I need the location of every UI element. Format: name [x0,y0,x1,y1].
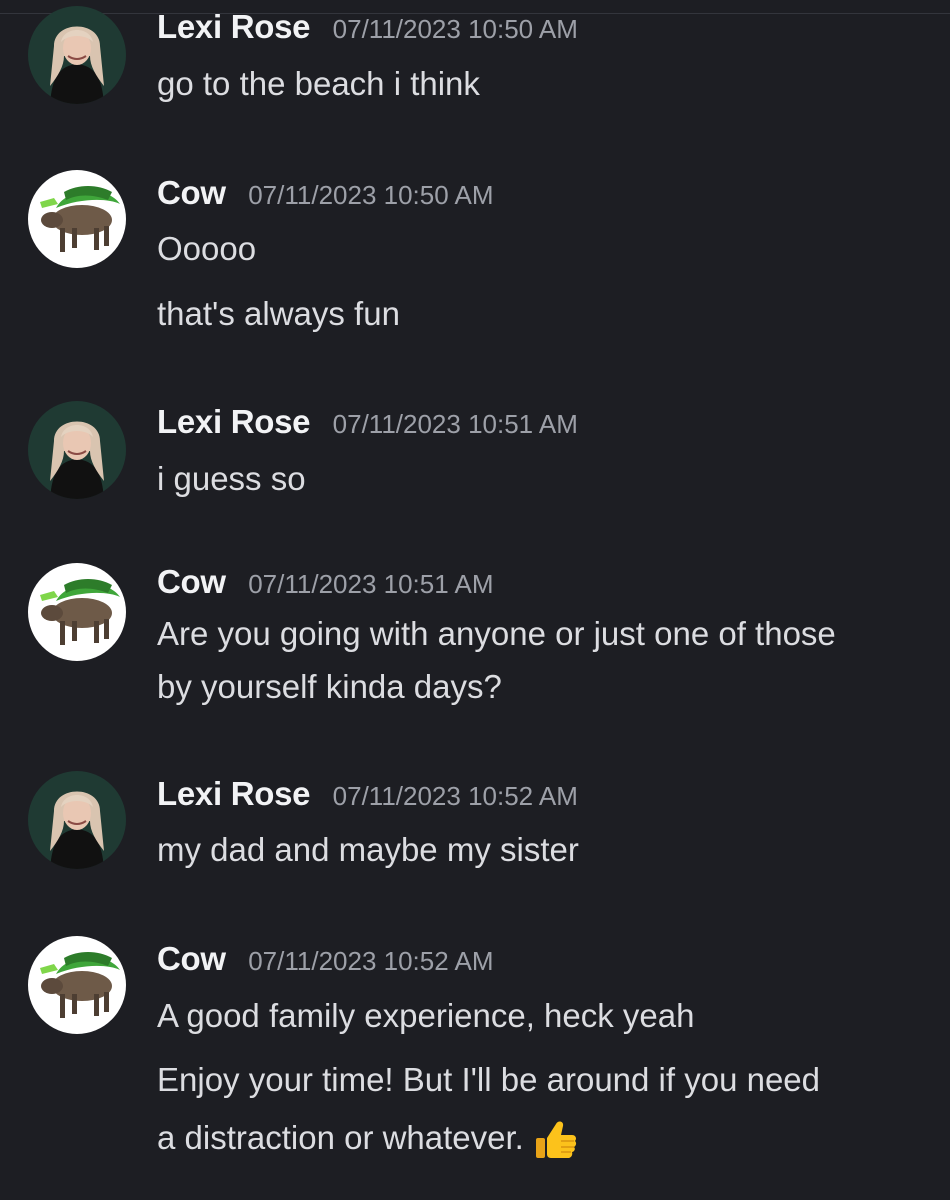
lexi-avatar-icon[interactable] [28,6,126,104]
message-text: i guess so [157,460,306,497]
thumbs-up-icon [532,1116,580,1164]
cow-avatar-icon[interactable] [28,170,126,268]
author-name[interactable]: Lexi Rose [157,775,311,812]
cow-avatar-icon[interactable] [28,936,126,1034]
message-text: Ooooo [157,230,257,267]
timestamp: 07/11/2023 10:52 AM [332,781,578,811]
message-text-with-emoji: a distraction or whatever. [157,1111,937,1165]
message-text: Enjoy your time! But I'll be around if y… [157,1061,821,1098]
lexi-avatar-icon[interactable] [28,771,126,869]
author-name[interactable]: Cow [157,940,226,977]
timestamp: 07/11/2023 10:52 AM [248,946,494,976]
timestamp: 07/11/2023 10:50 AM [332,14,578,44]
message-text: A good family experience, heck yeah [157,997,695,1034]
author-name[interactable]: Cow [157,174,226,211]
author-name[interactable]: Lexi Rose [157,8,311,45]
message-text: Are you going with anyone or just one of… [157,615,836,652]
lexi-avatar-icon[interactable] [28,401,126,499]
cow-avatar-icon[interactable] [28,563,126,661]
author-name[interactable]: Cow [157,563,226,600]
message-text: go to the beach i think [157,65,480,102]
message-text: my dad and maybe my sister [157,831,579,868]
timestamp: 07/11/2023 10:51 AM [332,409,578,439]
author-name[interactable]: Lexi Rose [157,403,311,440]
message-text: a distraction or whatever. [157,1119,524,1156]
timestamp: 07/11/2023 10:51 AM [248,569,494,599]
message-text: by yourself kinda days? [157,668,502,705]
message-text: that's always fun [157,295,400,332]
timestamp: 07/11/2023 10:50 AM [248,180,494,210]
